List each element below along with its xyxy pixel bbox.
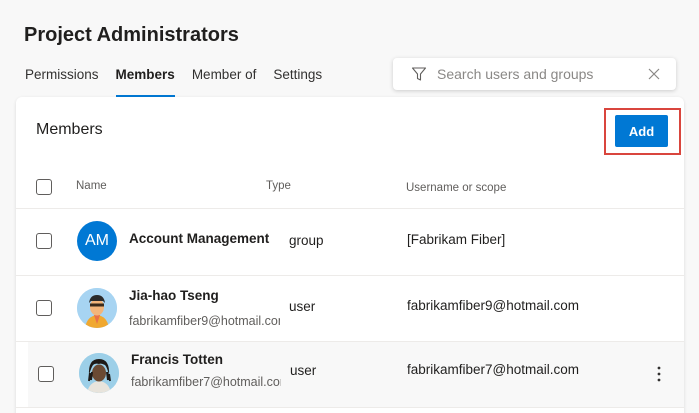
members-card: Members Add Name Type Username or scope … [16, 97, 684, 413]
column-header-type[interactable]: Type [266, 180, 291, 192]
column-header-name[interactable]: Name [76, 180, 107, 192]
tab-settings[interactable]: Settings [273, 66, 322, 98]
tab-permissions[interactable]: Permissions [25, 66, 99, 98]
avatar [77, 288, 117, 328]
member-email: fabrikamfiber7@hotmail.com [131, 375, 281, 389]
table-row[interactable]: Jia-hao Tseng fabrikamfiber9@hotmail.com… [16, 276, 684, 341]
row-checkbox[interactable] [36, 300, 52, 316]
select-all-checkbox[interactable] [36, 179, 52, 195]
search-input[interactable] [437, 66, 642, 82]
member-type: user [289, 299, 316, 314]
table-row[interactable]: Francis Totten fabrikamfiber7@hotmail.co… [28, 342, 684, 407]
member-type: group [289, 233, 324, 248]
member-name: Jia-hao Tseng [129, 288, 219, 303]
member-email: fabrikamfiber9@hotmail.com [129, 314, 280, 328]
card-title: Members [36, 121, 103, 138]
avatar: AM [77, 221, 117, 261]
add-button[interactable]: Add [615, 115, 668, 147]
member-name: Account Management [129, 231, 270, 246]
more-options-icon[interactable] [657, 366, 661, 382]
tab-bar: Permissions Members Member of Settings [25, 66, 339, 98]
member-scope: [Fabrikam Fiber] [407, 232, 506, 247]
close-icon[interactable] [648, 68, 660, 80]
member-name: Francis Totten [131, 352, 224, 367]
member-type: user [290, 363, 317, 378]
member-scope: fabrikamfiber7@hotmail.com [407, 362, 580, 377]
page-title: Project Administrators [24, 24, 239, 46]
avatar [79, 353, 119, 393]
row-divider [16, 407, 684, 408]
row-checkbox[interactable] [38, 366, 54, 382]
table-row[interactable]: AM Account Management group [Fabrikam Fi… [16, 209, 684, 275]
row-checkbox[interactable] [36, 233, 52, 249]
filter-icon [411, 67, 427, 81]
tab-member-of[interactable]: Member of [192, 66, 257, 98]
member-scope: fabrikamfiber9@hotmail.com [407, 298, 580, 313]
search-box [393, 58, 676, 90]
column-header-scope[interactable]: Username or scope [406, 182, 506, 194]
tab-members[interactable]: Members [115, 66, 176, 98]
